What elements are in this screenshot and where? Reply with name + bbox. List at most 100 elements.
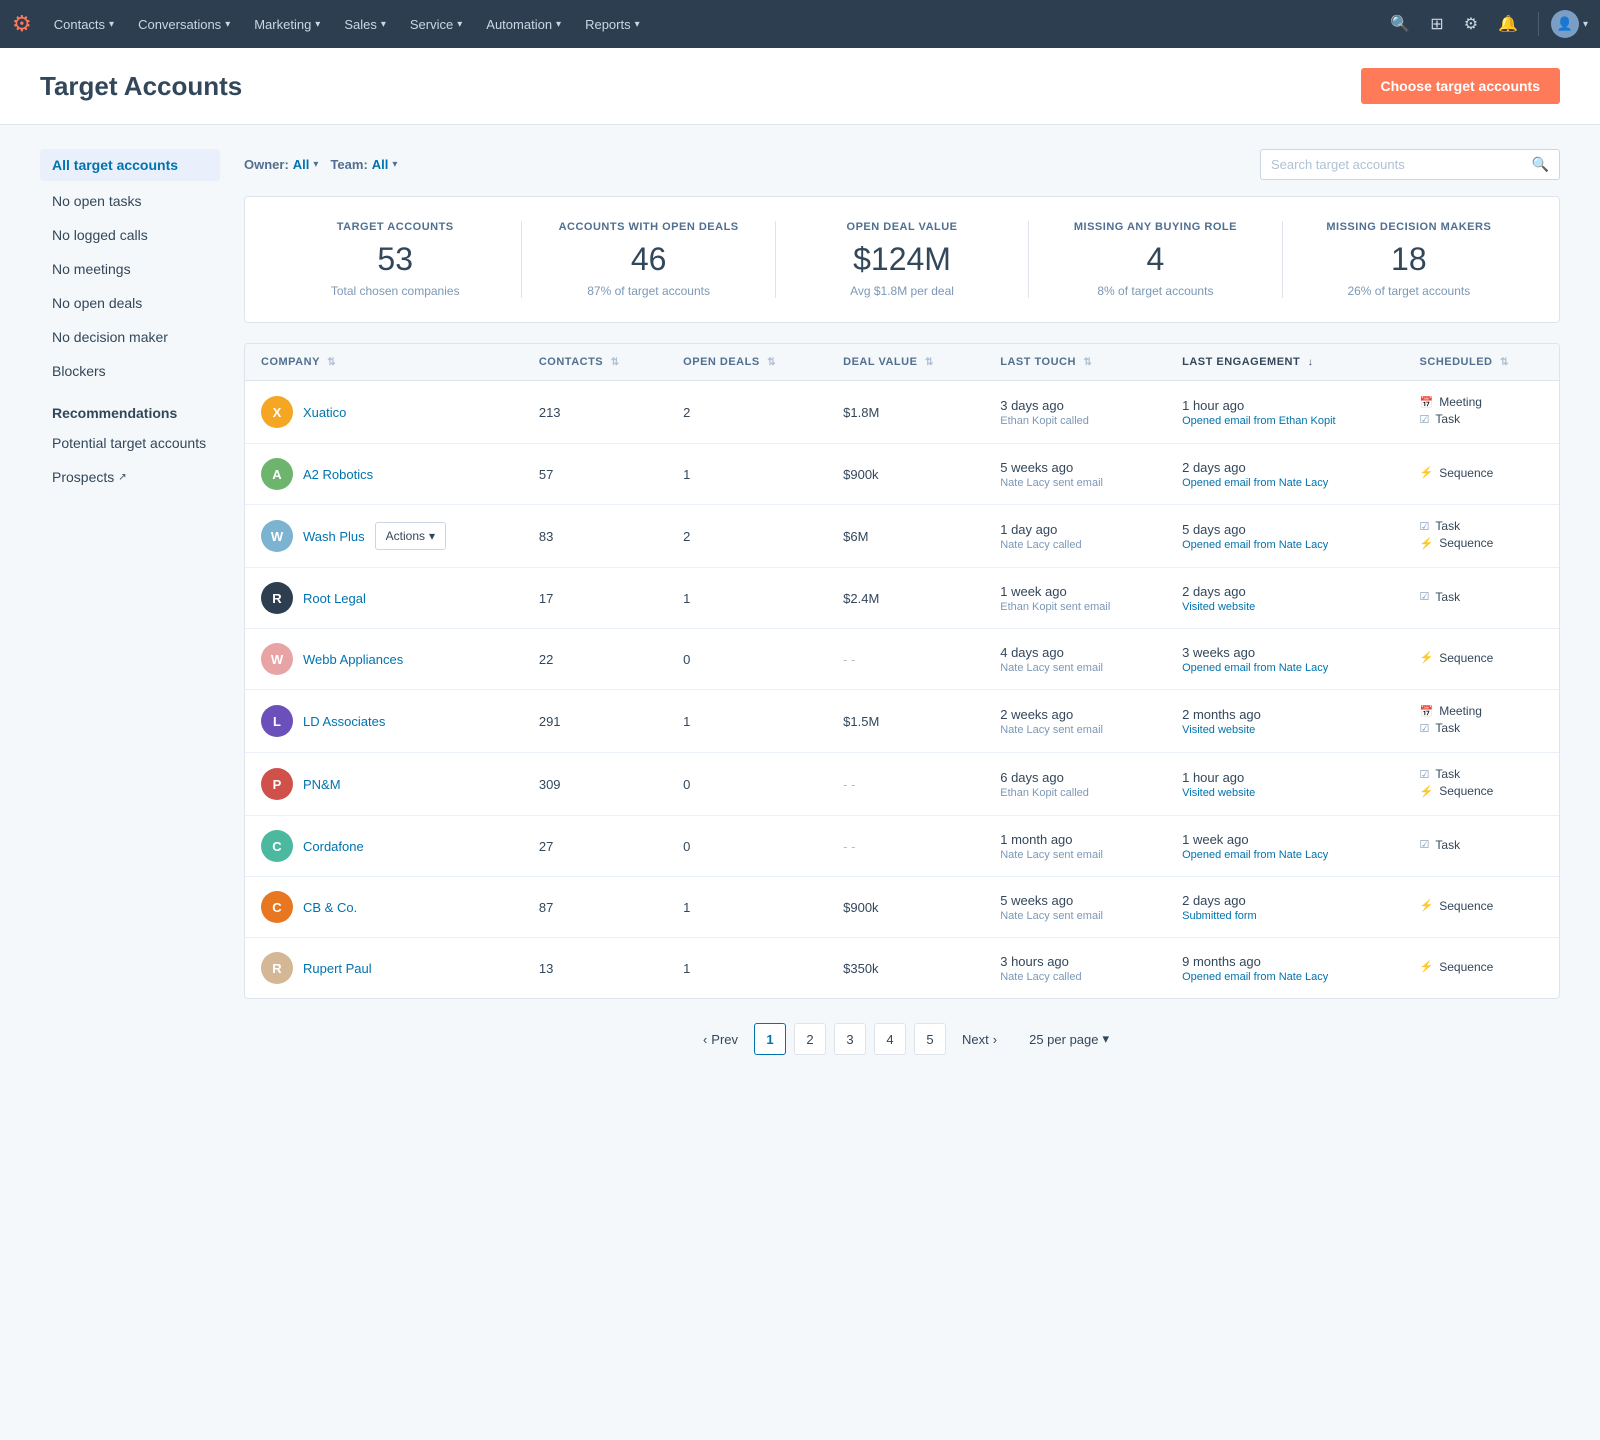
page-3-button[interactable]: 3 — [834, 1023, 866, 1055]
page-5-button[interactable]: 5 — [914, 1023, 946, 1055]
sidebar-item-no-decision-maker[interactable]: No decision maker — [40, 321, 220, 353]
stat-target-accounts: Target Accounts 53 Total chosen companie… — [269, 221, 521, 298]
scheduled-label: Task — [1435, 838, 1460, 852]
owner-filter[interactable]: Owner: All ▾ — [244, 157, 318, 172]
sidebar-item-no-logged-calls[interactable]: No logged calls — [40, 219, 220, 251]
stat-accounts-open-deals: Accounts with Open Deals 46 87% of targe… — [522, 221, 774, 298]
search-icon[interactable]: 🔍 — [1382, 14, 1418, 34]
marketing-chevron: ▾ — [315, 19, 320, 30]
engagement-time: 2 months ago — [1182, 707, 1387, 722]
scheduled-cell: ☑ Task ⚡ Sequence — [1404, 505, 1559, 568]
sidebar-item-no-open-deals[interactable]: No open deals — [40, 287, 220, 319]
page-4-button[interactable]: 4 — [874, 1023, 906, 1055]
col-contacts[interactable]: Contacts ⇅ — [523, 344, 667, 381]
sidebar-item-no-open-tasks[interactable]: No open tasks — [40, 185, 220, 217]
scheduled-label: Sequence — [1439, 960, 1493, 974]
accounts-table: Company ⇅ Contacts ⇅ Open Deals ⇅ Deal — [244, 343, 1560, 999]
actions-button[interactable]: Actions ▾ — [375, 522, 446, 550]
col-last-engagement[interactable]: Last Engagement ↓ — [1166, 344, 1403, 381]
page-header: Target Accounts Choose target accounts — [0, 48, 1600, 125]
company-name[interactable]: Wash Plus — [303, 529, 365, 544]
scheduled-cell: ⚡ Sequence — [1404, 938, 1559, 999]
sidebar-item-prospects[interactable]: Prospects ↗ — [40, 461, 220, 493]
last-engagement-cell: 9 months ago Opened email from Nate Lacy — [1166, 938, 1403, 999]
company-cell: X Xuatico — [245, 381, 523, 444]
last-touch-cell: 4 days ago Nate Lacy sent email — [984, 629, 1166, 690]
company-name[interactable]: LD Associates — [303, 714, 385, 729]
sidebar: All target accounts No open tasks No log… — [40, 149, 220, 1079]
last-engagement-cell: 2 days ago Opened email from Nate Lacy — [1166, 444, 1403, 505]
scheduled-label: Meeting — [1439, 704, 1482, 718]
company-cell: W Wash Plus Actions ▾ — [245, 505, 523, 568]
page-1-button[interactable]: 1 — [754, 1023, 786, 1055]
scheduled-icon: ☑ — [1420, 413, 1430, 426]
notifications-icon[interactable]: 🔔 — [1490, 14, 1526, 34]
sidebar-item-all-target-accounts[interactable]: All target accounts — [40, 149, 220, 181]
last-touch-cell: 1 month ago Nate Lacy sent email — [984, 816, 1166, 877]
deal-value-cell: - - — [827, 816, 984, 877]
owner-chevron: ▾ — [313, 159, 318, 170]
nav-contacts[interactable]: Contacts ▾ — [44, 0, 124, 48]
last-touch-sub: Nate Lacy called — [1000, 971, 1150, 983]
open-deals-cell: 1 — [667, 877, 827, 938]
table-row: C Cordafone 27 0 - - 1 month ago Nate La… — [245, 816, 1559, 877]
company-name[interactable]: CB & Co. — [303, 900, 357, 915]
top-navigation: ⚙ Contacts ▾ Conversations ▾ Marketing ▾… — [0, 0, 1600, 48]
col-last-touch[interactable]: Last Touch ⇅ — [984, 344, 1166, 381]
company-name[interactable]: Root Legal — [303, 591, 366, 606]
stat-missing-decision-makers: Missing Decision Makers 18 26% of target… — [1283, 221, 1535, 298]
company-cell: R Rupert Paul — [245, 938, 523, 999]
engagement-sub: Opened email from Nate Lacy — [1182, 477, 1387, 489]
open-deals-cell: 1 — [667, 938, 827, 999]
choose-target-accounts-button[interactable]: Choose target accounts — [1361, 68, 1560, 104]
reports-chevron: ▾ — [635, 19, 640, 30]
engagement-time: 1 week ago — [1182, 832, 1387, 847]
company-avatar: X — [261, 396, 293, 428]
company-name[interactable]: Rupert Paul — [303, 961, 372, 976]
hubspot-logo[interactable]: ⚙ — [12, 11, 32, 37]
contacts-cell: 57 — [523, 444, 667, 505]
per-page-selector[interactable]: 25 per page ▾ — [1029, 1031, 1109, 1047]
deal-value: $1.5M — [843, 714, 879, 729]
page-2-button[interactable]: 2 — [794, 1023, 826, 1055]
settings-icon[interactable]: ⚙ — [1456, 14, 1486, 34]
sidebar-item-no-meetings[interactable]: No meetings — [40, 253, 220, 285]
open-deals-cell: 1 — [667, 444, 827, 505]
company-name[interactable]: PN&M — [303, 777, 341, 792]
nav-reports[interactable]: Reports ▾ — [575, 0, 650, 48]
nav-conversations[interactable]: Conversations ▾ — [128, 0, 240, 48]
scheduled-cell: ⚡ Sequence — [1404, 444, 1559, 505]
prev-page-button[interactable]: ‹ Prev — [695, 1032, 746, 1047]
company-avatar: W — [261, 643, 293, 675]
company-name[interactable]: A2 Robotics — [303, 467, 373, 482]
last-engagement-cell: 1 hour ago Visited website — [1166, 753, 1403, 816]
col-open-deals[interactable]: Open Deals ⇅ — [667, 344, 827, 381]
table-row: W Webb Appliances 22 0 - - 4 days ago Na… — [245, 629, 1559, 690]
nav-service[interactable]: Service ▾ — [400, 0, 472, 48]
col-deal-value[interactable]: Deal Value ⇅ — [827, 344, 984, 381]
table-row: C CB & Co. 87 1 $900k 5 weeks ago Nate L… — [245, 877, 1559, 938]
team-filter[interactable]: Team: All ▾ — [330, 157, 397, 172]
next-page-button[interactable]: Next › — [954, 1032, 1005, 1047]
nav-automation[interactable]: Automation ▾ — [476, 0, 571, 48]
sidebar-item-blockers[interactable]: Blockers — [40, 355, 220, 387]
deal-value-dash: - - — [843, 652, 855, 667]
company-name[interactable]: Cordafone — [303, 839, 364, 854]
engagement-time: 3 weeks ago — [1182, 645, 1387, 660]
user-avatar[interactable]: 👤 — [1551, 10, 1579, 38]
search-input[interactable] — [1271, 157, 1524, 172]
scheduled-label: Task — [1435, 519, 1460, 533]
search-box[interactable]: 🔍 — [1260, 149, 1560, 180]
company-avatar: R — [261, 952, 293, 984]
company-name[interactable]: Xuatico — [303, 405, 346, 420]
col-company[interactable]: Company ⇅ — [245, 344, 523, 381]
company-name[interactable]: Webb Appliances — [303, 652, 403, 667]
apps-icon[interactable]: ⊞ — [1422, 14, 1451, 34]
nav-marketing[interactable]: Marketing ▾ — [244, 0, 330, 48]
last-touch-sub: Nate Lacy sent email — [1000, 910, 1150, 922]
user-menu-chevron[interactable]: ▾ — [1583, 19, 1588, 30]
col-scheduled[interactable]: Scheduled ⇅ — [1404, 344, 1559, 381]
nav-sales[interactable]: Sales ▾ — [334, 0, 396, 48]
sidebar-item-potential-target-accounts[interactable]: Potential target accounts — [40, 427, 220, 459]
deal-value-cell: - - — [827, 753, 984, 816]
